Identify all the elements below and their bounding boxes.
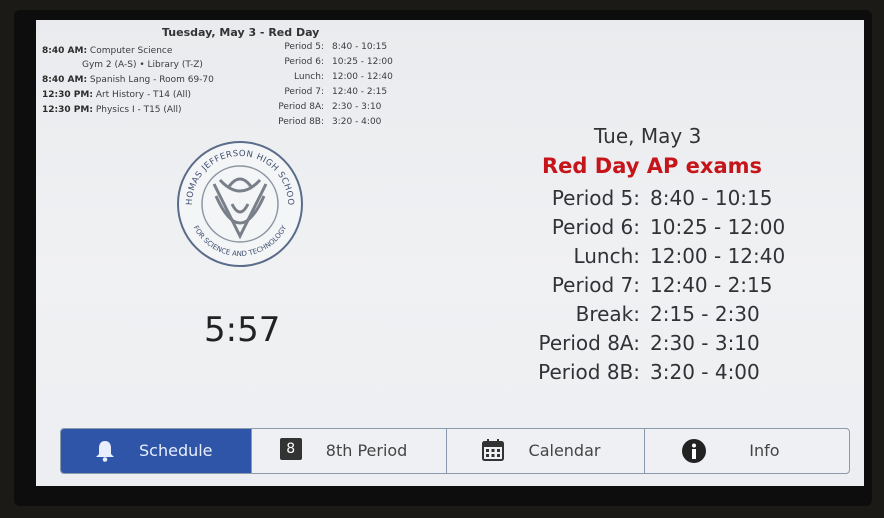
period-time: 8:40 - 10:15 xyxy=(650,186,773,210)
tab-info[interactable]: Info xyxy=(645,429,849,473)
event-time: 12:30 PM: xyxy=(42,105,93,115)
period-label: Period 8A: xyxy=(278,102,324,112)
event-text: Computer Science xyxy=(89,46,173,56)
period-label: Period 6: xyxy=(551,215,640,239)
schedule-row: Period 6: 10:25 - 12:00 xyxy=(526,215,785,239)
event-item: 8:40 AM: Computer Science xyxy=(42,46,172,56)
bottom-nav: Schedule 8 8th Period Calendar Info xyxy=(60,428,850,474)
kiosk-screen: Tuesday, May 3 - Red Day 8:40 AM: Comput… xyxy=(36,20,864,486)
period-time: 2:30 - 3:10 xyxy=(332,102,382,112)
schedule-row: Period 5: 8:40 - 10:15 xyxy=(526,186,773,210)
tab-schedule-label: Schedule xyxy=(139,441,213,460)
mini-schedule-row: Period 6: 10:25 - 12:00 xyxy=(272,57,393,67)
period-time: 10:25 - 12:00 xyxy=(332,57,393,67)
mini-schedule-row: Period 8B: 3:20 - 4:00 xyxy=(272,117,381,127)
bell-icon xyxy=(96,441,114,462)
tab-schedule[interactable]: Schedule xyxy=(61,429,252,473)
event-text: Art History - T14 (All) xyxy=(95,90,192,100)
schedule-row: Break: 2:15 - 2:30 xyxy=(526,302,760,326)
schedule-date: Tue, May 3 xyxy=(594,124,702,148)
mini-schedule-row: Period 5: 8:40 - 10:15 xyxy=(272,42,387,52)
period-time: 8:40 - 10:15 xyxy=(332,42,388,52)
period-time: 3:20 - 4:00 xyxy=(332,117,382,127)
period-label: Lunch: xyxy=(294,72,324,82)
period-label: Lunch: xyxy=(573,244,640,268)
tab-info-label: Info xyxy=(749,441,780,460)
schedule-row: Lunch: 12:00 - 12:40 xyxy=(526,244,785,268)
event-item: 12:30 PM: Physics I - T15 (All) xyxy=(42,105,182,115)
event-time: 8:40 AM: xyxy=(42,46,88,56)
period-time: 10:25 - 12:00 xyxy=(650,215,786,239)
tab-calendar[interactable]: Calendar xyxy=(447,429,646,473)
event-item: 12:30 PM: Art History - T14 (All) xyxy=(42,90,191,100)
event-item: 8:40 AM: Spanish Lang - Room 69-70 xyxy=(42,75,214,85)
event-item: Gym 2 (A-S) • Library (T-Z) xyxy=(82,60,203,70)
tab-8th-period[interactable]: 8 8th Period xyxy=(252,429,447,473)
event-text: Spanish Lang - Room 69-70 xyxy=(89,75,214,85)
period-label: Period 8A: xyxy=(538,331,640,355)
period-label: Period 7: xyxy=(551,273,640,297)
period-label: Break: xyxy=(575,302,640,326)
event-time: 12:30 PM: xyxy=(42,90,93,100)
mini-schedule-row: Period 8A: 2:30 - 3:10 xyxy=(272,102,381,112)
announcement-title: Tuesday, May 3 - Red Day xyxy=(162,26,320,39)
schedule-row: Period 8B: 3:20 - 4:00 xyxy=(526,360,760,384)
period-label: Period 5: xyxy=(284,42,324,52)
period-label: Period 8B: xyxy=(538,360,640,384)
day-headline: Red Day AP exams xyxy=(542,154,763,178)
clock: 5:57 xyxy=(204,310,281,350)
period-time: 3:20 - 4:00 xyxy=(650,360,760,384)
period-time: 12:40 - 2:15 xyxy=(332,87,388,97)
period-time: 12:00 - 12:40 xyxy=(650,244,786,268)
school-logo: THOMAS JEFFERSON HIGH SCHOOL FOR SCIENCE… xyxy=(176,140,303,267)
schedule-row: Period 7: 12:40 - 2:15 xyxy=(526,273,773,297)
period-label: Period 5: xyxy=(551,186,640,210)
event-text: Physics I - T15 (All) xyxy=(95,105,182,115)
schedule-row: Period 8A: 2:30 - 3:10 xyxy=(526,331,759,355)
period-label: Period 8B: xyxy=(278,117,324,127)
info-icon xyxy=(682,439,707,463)
period-label: Period 7: xyxy=(284,87,324,97)
tab-calendar-label: Calendar xyxy=(528,441,601,460)
period-time: 2:15 - 2:30 xyxy=(650,302,760,326)
mini-schedule-row: Period 7: 12:40 - 2:15 xyxy=(272,87,387,97)
period-time: 12:40 - 2:15 xyxy=(650,273,773,297)
period-time: 2:30 - 3:10 xyxy=(650,331,760,355)
tab-8th-period-label: 8th Period xyxy=(325,441,408,460)
period-label: Period 6: xyxy=(284,57,324,67)
mini-schedule-row: Lunch: 12:00 - 12:40 xyxy=(272,72,393,82)
period-8-icon: 8 xyxy=(279,438,302,460)
event-time: 8:40 AM: xyxy=(42,75,88,85)
period-time: 12:00 - 12:40 xyxy=(332,72,393,82)
calendar-icon xyxy=(481,439,504,461)
event-text: Gym 2 (A-S) • Library (T-Z) xyxy=(82,60,203,70)
